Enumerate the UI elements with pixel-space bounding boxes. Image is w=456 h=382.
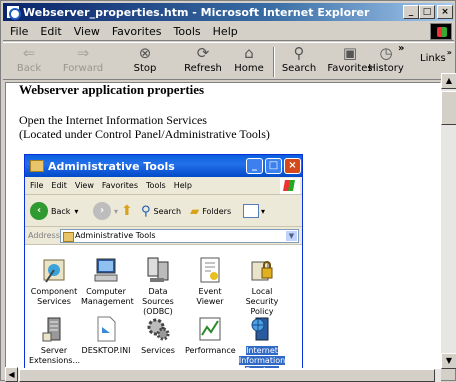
xp-menu-edit: Edit: [51, 181, 67, 190]
xp-item-event-viewer: Event Viewer: [185, 256, 235, 307]
toolbar: ⇐ Back ⇒ Forward ⊗ Stop ⟳ Refresh ⌂ Home ⚲ Sea…: [3, 42, 454, 80]
xp-menu-tools: Tools: [146, 181, 166, 190]
xp-views-button: ▾: [243, 202, 265, 220]
xp-windows-flag-icon: [280, 178, 300, 194]
xp-item-data-sources: Data Sources (ODBC): [133, 256, 183, 317]
page-heading: Webserver application properties: [19, 82, 205, 97]
xp-menu-bar: File Edit View Favorites Tools Help: [25, 177, 302, 195]
xp-item-server-extensions: Server Extensions...: [29, 315, 80, 366]
vertical-scrollbar[interactable]: ▲ ▼: [441, 73, 456, 369]
forward-button[interactable]: ⇒ Forward: [59, 45, 107, 79]
menu-tools[interactable]: Tools: [174, 25, 201, 38]
xp-address-field: Administrative Tools ▼: [60, 229, 299, 243]
xp-address-bar: Address Administrative Tools ▼: [25, 227, 302, 245]
xp-forward-button: › ▾: [93, 202, 118, 220]
xp-title-bar: Administrative Tools _ □ ×: [25, 155, 302, 177]
component-services-icon: [40, 256, 68, 284]
close-button[interactable]: ×: [437, 5, 453, 19]
links-button[interactable]: Links»: [420, 48, 452, 64]
vertical-scroll-thumb[interactable]: [441, 91, 456, 125]
magnifier-icon: ⚲: [141, 203, 151, 219]
xp-item-services: Services: [133, 315, 183, 356]
event-viewer-icon: [196, 256, 224, 284]
menu-file[interactable]: File: [10, 25, 28, 38]
xp-item-desktop-ini: DESKTOP.INI: [81, 315, 131, 356]
back-arrow-icon: ⇐: [22, 44, 36, 62]
xp-back-arrow-icon: ‹: [30, 202, 48, 220]
instruction-line-1: Open the Internet Information Services: [19, 113, 207, 127]
scroll-up-button[interactable]: ▲: [441, 73, 456, 89]
xp-folders-button: ▰ Folders: [190, 204, 232, 218]
back-button[interactable]: ⇐ Back: [9, 45, 49, 79]
views-icon: [243, 204, 259, 218]
menu-edit[interactable]: Edit: [40, 25, 61, 38]
xp-maximize-button: □: [265, 158, 282, 174]
search-icon: ⚲: [293, 44, 305, 62]
xp-menu-view: View: [74, 181, 94, 190]
windows-logo-icon: [430, 23, 452, 40]
desktop-ini-icon: [92, 315, 120, 343]
server-extensions-icon: [40, 315, 68, 343]
xp-forward-arrow-icon: ›: [93, 202, 111, 220]
page-content: Webserver application properties Open th…: [5, 82, 441, 369]
xp-address-dropdown-icon: ▼: [286, 231, 297, 241]
toolbar-overflow-chevron-icon[interactable]: »: [398, 43, 404, 54]
menu-favorites[interactable]: Favorites: [112, 25, 162, 38]
xp-item-computer-management: Computer Management: [81, 256, 134, 307]
xp-menu-favorites: Favorites: [101, 181, 139, 190]
data-sources-icon: [144, 256, 172, 284]
xp-toolbar: ‹ Back ▾ › ▾ ⬆ ⚲ Search ▰ Folders ▾: [25, 195, 302, 227]
maximize-button[interactable]: □: [419, 5, 435, 19]
administrative-tools-screenshot: Administrative Tools _ □ × File Edit Vie…: [24, 154, 303, 368]
menu-view[interactable]: View: [74, 25, 100, 38]
forward-arrow-icon: ⇒: [76, 44, 90, 62]
computer-management-icon: [92, 256, 120, 284]
iis-icon: [248, 315, 276, 343]
xp-minimize-button: _: [246, 158, 263, 174]
title-bar[interactable]: Webserver_properties.htm - Microsoft Int…: [3, 3, 454, 21]
xp-item-component-services: Component Services: [29, 256, 79, 307]
horizontal-scrollbar[interactable]: ◀: [5, 367, 441, 382]
instruction-line-2: (Located under Control Panel/Administrat…: [19, 127, 270, 141]
home-icon: ⌂: [244, 44, 254, 62]
refresh-icon: ⟳: [196, 44, 210, 62]
stop-icon: ⊗: [138, 44, 152, 62]
scroll-down-button[interactable]: ▼: [441, 353, 456, 369]
stop-button[interactable]: ⊗ Stop: [125, 45, 165, 79]
minimize-button[interactable]: _: [403, 5, 419, 19]
xp-item-local-security-policy: Local Security Policy: [237, 256, 287, 317]
menu-help[interactable]: Help: [213, 25, 238, 38]
menu-bar: File Edit View Favorites Tools Help: [3, 22, 454, 41]
performance-icon: [196, 315, 224, 343]
xp-item-performance: Performance: [185, 315, 236, 356]
local-security-policy-icon: [248, 256, 276, 284]
xp-back-button: ‹ Back ▾: [30, 202, 78, 220]
xp-item-internet-information-services: Internet Information Services: [237, 315, 287, 368]
xp-up-folder-button: ⬆: [121, 202, 133, 220]
xp-menu-help: Help: [173, 181, 192, 190]
folder-icon: [30, 160, 44, 172]
xp-window-title: Administrative Tools: [48, 159, 175, 173]
xp-address-label: Address: [28, 231, 60, 240]
services-icon: [144, 315, 172, 343]
ie-window: Webserver_properties.htm - Microsoft Int…: [0, 0, 456, 382]
xp-close-button: ×: [284, 158, 301, 174]
links-chevron-icon: »: [446, 48, 452, 57]
home-button[interactable]: ⌂ Home: [229, 45, 269, 79]
xp-search-button: ⚲ Search: [141, 203, 182, 219]
horizontal-scroll-thumb[interactable]: [19, 369, 435, 382]
toolbar-separator: [273, 47, 275, 77]
xp-menu-file: File: [30, 181, 44, 190]
refresh-button[interactable]: ⟳ Refresh: [179, 45, 227, 79]
scroll-left-button[interactable]: ◀: [5, 367, 18, 382]
ie-page-icon: [6, 5, 21, 20]
folders-icon: ▰: [190, 204, 200, 218]
search-button[interactable]: ⚲ Search: [279, 45, 319, 79]
window-title: Webserver_properties.htm - Microsoft Int…: [23, 5, 370, 19]
up-folder-icon: ⬆: [121, 203, 133, 219]
